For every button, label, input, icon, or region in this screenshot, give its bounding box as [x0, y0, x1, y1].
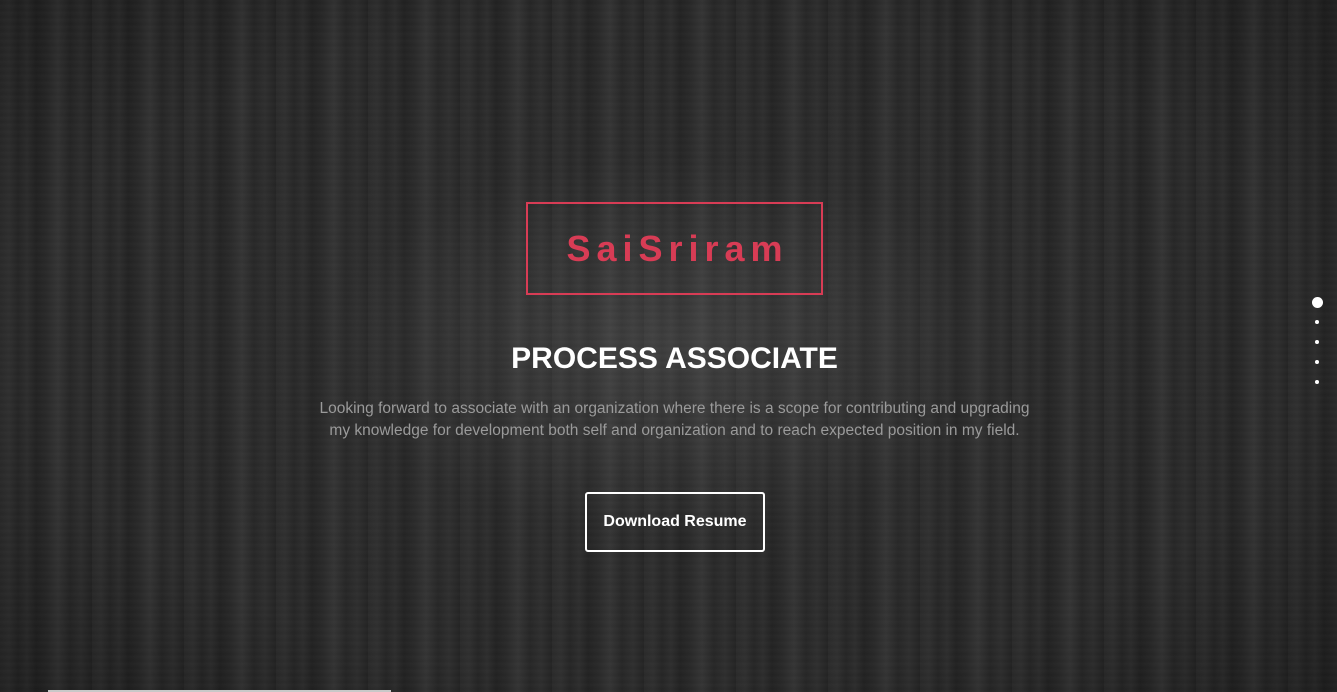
name-logo-box: SaiSriram	[526, 202, 823, 295]
career-summary: Looking forward to associate with an org…	[300, 398, 1049, 442]
section-dot-3[interactable]	[1315, 340, 1319, 344]
section-dot-2[interactable]	[1315, 320, 1319, 324]
section-nav-dots	[1311, 297, 1323, 400]
section-dot-1[interactable]	[1311, 297, 1323, 308]
section-dot-5[interactable]	[1315, 380, 1319, 384]
summary-line-2: my knowledge for development both self a…	[329, 422, 1020, 439]
site-name: SaiSriram	[566, 227, 789, 269]
section-dot-4[interactable]	[1315, 360, 1319, 364]
job-title: PROCESS ASSOCIATE	[511, 342, 838, 375]
hero-section: SaiSriram PROCESS ASSOCIATE Looking forw…	[0, 0, 1337, 692]
download-resume-button[interactable]: Download Resume	[585, 492, 765, 552]
summary-line-1: Looking forward to associate with an org…	[319, 400, 1030, 417]
